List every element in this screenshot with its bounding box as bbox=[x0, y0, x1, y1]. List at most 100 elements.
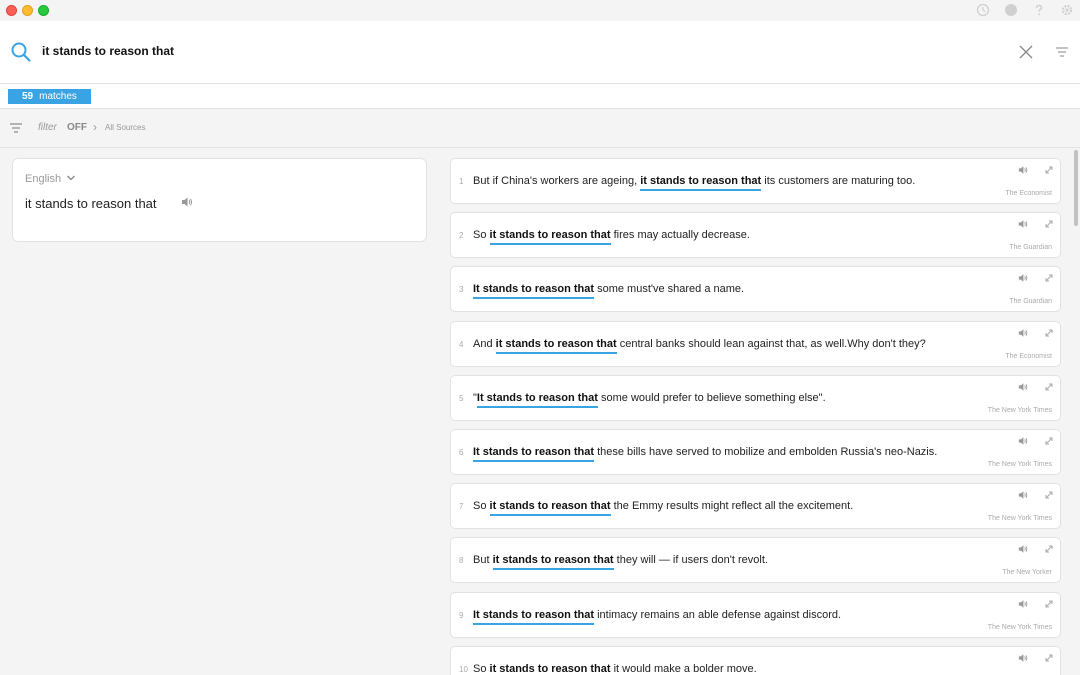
search-icon bbox=[11, 42, 31, 62]
result-text-before: So bbox=[473, 662, 490, 675]
result-card[interactable]: 6 It stands to reason that these bills h… bbox=[450, 429, 1061, 475]
result-card[interactable]: 8 But it stands to reason that they will… bbox=[450, 537, 1061, 584]
result-text-after: fires may actually decrease. bbox=[610, 229, 750, 242]
result-source: The Guardian bbox=[1009, 244, 1052, 252]
result-text-after: some would prefer to believe something e… bbox=[597, 391, 826, 404]
result-card[interactable]: 5 "It stands to reason that some would p… bbox=[450, 374, 1061, 421]
result-number: 3 bbox=[459, 285, 464, 295]
history-icon[interactable] bbox=[976, 3, 990, 17]
result-text-after: it would make a bolder move. bbox=[610, 662, 757, 675]
zoom-window-button[interactable] bbox=[38, 5, 49, 16]
sort-menu-icon[interactable] bbox=[1055, 46, 1069, 58]
result-match: It stands to reason that bbox=[473, 608, 595, 621]
result-match: It stands to reason that bbox=[473, 283, 595, 296]
result-number: 7 bbox=[459, 502, 464, 512]
result-match: it stands to reason that bbox=[489, 229, 611, 242]
language-selector[interactable]: English bbox=[25, 173, 76, 185]
result-source: The New York Times bbox=[987, 623, 1052, 631]
speaker-icon[interactable] bbox=[1018, 273, 1028, 283]
result-text-after: these bills have served to mobilize and … bbox=[594, 446, 938, 458]
search-input[interactable]: it stands to reason that bbox=[42, 44, 174, 58]
result-sentence: And it stands to reason that central ban… bbox=[473, 338, 926, 350]
result-source: The New York Times bbox=[987, 461, 1052, 468]
filter-bar: filter OFF › All Sources bbox=[0, 110, 1080, 148]
speaker-icon[interactable] bbox=[1018, 165, 1028, 175]
result-card[interactable]: 2 So it stands to reason that fires may … bbox=[450, 212, 1061, 259]
result-source: The Economist bbox=[1005, 190, 1052, 197]
speaker-icon[interactable] bbox=[1018, 490, 1028, 500]
result-source: The Guardian bbox=[1009, 298, 1052, 306]
expand-icon[interactable] bbox=[1044, 219, 1054, 229]
result-sentence: But it stands to reason that they will —… bbox=[473, 554, 768, 566]
scrollbar-thumb[interactable] bbox=[1074, 150, 1078, 226]
result-text-after: central banks should lean against that, … bbox=[616, 337, 926, 350]
title-bar bbox=[0, 0, 1080, 21]
result-text-after: they will — if users don't revolt. bbox=[613, 554, 768, 567]
result-match: it stands to reason that bbox=[492, 554, 614, 567]
result-match: it stands to reason that bbox=[489, 662, 611, 675]
result-sentence: But if China's workers are ageing, it st… bbox=[473, 175, 915, 187]
result-number: 5 bbox=[459, 393, 464, 403]
speaker-icon[interactable] bbox=[1018, 436, 1028, 446]
result-text-after: the Emmy results might reflect all the e… bbox=[610, 500, 854, 513]
expand-icon[interactable] bbox=[1044, 544, 1054, 554]
speaker-icon[interactable] bbox=[1018, 653, 1028, 663]
expand-icon[interactable] bbox=[1044, 328, 1054, 338]
matches-row: 59 matches bbox=[0, 84, 1080, 109]
expand-icon[interactable] bbox=[1044, 599, 1054, 609]
result-sentence: So it stands to reason that it would mak… bbox=[473, 663, 757, 675]
matches-label: matches bbox=[39, 91, 77, 102]
help-icon[interactable] bbox=[1032, 3, 1046, 17]
expand-icon[interactable] bbox=[1044, 653, 1054, 663]
matches-count: 59 bbox=[22, 91, 34, 102]
result-number: 1 bbox=[459, 177, 464, 186]
result-number: 2 bbox=[459, 231, 464, 241]
speaker-icon[interactable] bbox=[181, 196, 193, 208]
result-number: 9 bbox=[459, 610, 464, 620]
expand-icon[interactable] bbox=[1044, 490, 1054, 500]
result-number: 10 bbox=[459, 664, 468, 674]
result-text-before: And bbox=[473, 337, 496, 350]
result-card[interactable]: 7 So it stands to reason that the Emmy r… bbox=[450, 483, 1061, 530]
settings-icon[interactable] bbox=[1060, 3, 1074, 17]
result-number: 4 bbox=[459, 339, 464, 349]
query-phrase: it stands to reason that bbox=[25, 196, 157, 211]
search-bar: it stands to reason that bbox=[0, 21, 1080, 84]
filter-toggle[interactable]: OFF bbox=[67, 122, 87, 133]
clear-search-button[interactable] bbox=[1018, 44, 1034, 60]
expand-icon[interactable] bbox=[1044, 436, 1054, 446]
results-scrollbar[interactable] bbox=[1072, 150, 1080, 675]
result-match: it stands to reason that bbox=[495, 337, 617, 350]
sources-selector[interactable]: All Sources bbox=[105, 123, 145, 132]
result-sentence: It stands to reason that intimacy remain… bbox=[473, 609, 841, 621]
speaker-icon[interactable] bbox=[1018, 219, 1028, 229]
filter-label: filter bbox=[38, 122, 57, 133]
query-panel: English it stands to reason that bbox=[12, 158, 427, 242]
result-sentence: So it stands to reason that fires may ac… bbox=[473, 229, 750, 241]
result-text-after: its customers are maturing too. bbox=[761, 175, 916, 187]
result-card[interactable]: 9 It stands to reason that intimacy rema… bbox=[450, 591, 1061, 638]
expand-icon[interactable] bbox=[1044, 273, 1054, 283]
result-match: It stands to reason that bbox=[476, 391, 598, 404]
speaker-icon[interactable] bbox=[1018, 599, 1028, 609]
result-match: it stands to reason that bbox=[640, 175, 762, 187]
close-window-button[interactable] bbox=[6, 5, 17, 16]
result-number: 8 bbox=[459, 556, 464, 566]
speaker-icon[interactable] bbox=[1018, 382, 1028, 392]
result-card[interactable]: 4 And it stands to reason that central b… bbox=[450, 320, 1061, 367]
result-card[interactable]: 10 So it stands to reason that it would … bbox=[450, 645, 1061, 675]
expand-icon[interactable] bbox=[1044, 165, 1054, 175]
minimize-window-button[interactable] bbox=[22, 5, 33, 16]
result-text-after: some must've shared a name. bbox=[594, 283, 745, 296]
expand-icon[interactable] bbox=[1044, 382, 1054, 392]
result-sentence: So it stands to reason that the Emmy res… bbox=[473, 500, 853, 512]
result-source: The New York Times bbox=[987, 515, 1052, 523]
account-icon[interactable] bbox=[1004, 3, 1018, 17]
filter-icon[interactable] bbox=[10, 123, 22, 133]
result-text-before: So bbox=[473, 229, 490, 242]
result-card[interactable]: 1 But if China's workers are ageing, it … bbox=[450, 158, 1061, 204]
result-source: The Economist bbox=[1005, 352, 1052, 360]
result-card[interactable]: 3 It stands to reason that some must've … bbox=[450, 266, 1061, 313]
speaker-icon[interactable] bbox=[1018, 328, 1028, 338]
speaker-icon[interactable] bbox=[1018, 544, 1028, 554]
